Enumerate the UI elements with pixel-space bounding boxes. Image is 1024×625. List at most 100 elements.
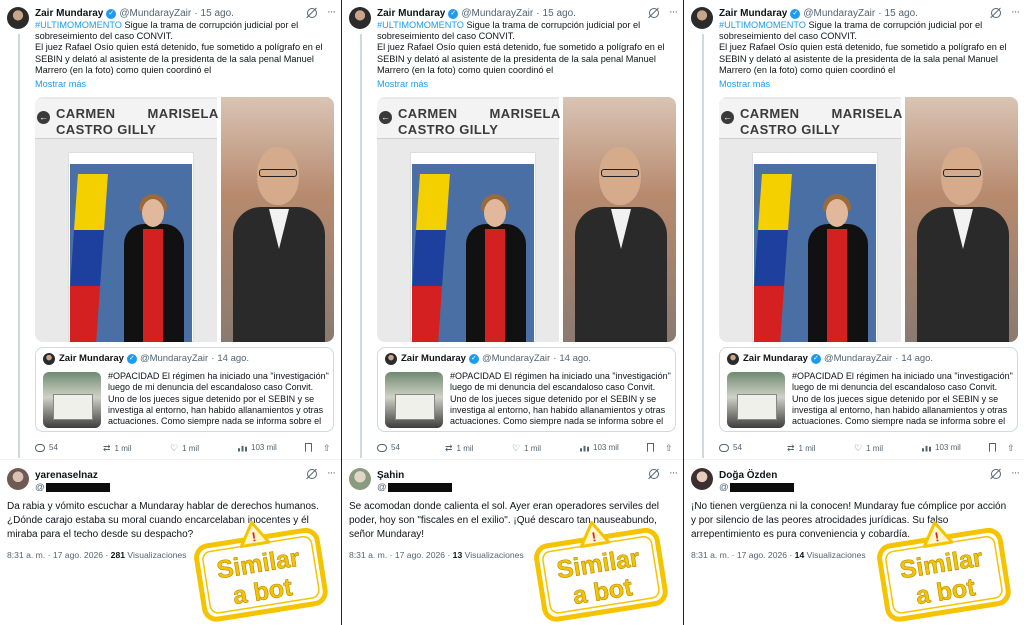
reply-author-name[interactable]: yarenaselnaz — [35, 470, 98, 481]
views-icon — [238, 443, 247, 452]
stamp-graphic: ! Similar a bot — [194, 521, 328, 622]
quote-text: #OPACIDAD El régimen ha iniciado una "in… — [108, 371, 329, 429]
bookmark-button[interactable] — [305, 443, 312, 452]
author-avatar[interactable] — [7, 7, 29, 29]
quote-author-name: Zair Mundaray — [401, 353, 466, 364]
quoted-tweet[interactable]: Zair Mundaray ✓ @MundarayZair · 14 ago. … — [377, 347, 676, 432]
more-icon[interactable]: ··· — [1011, 6, 1020, 18]
tweet-media[interactable]: ← CARMEN MARISELA CASTRO GILLY — [719, 97, 1018, 342]
author-name[interactable]: Zair Mundaray — [719, 8, 787, 19]
redaction-bar — [387, 483, 452, 492]
author-handle[interactable]: @MundarayZair — [803, 8, 875, 19]
quoted-tweet[interactable]: Zair Mundaray ✓ @MundarayZair · 14 ago. … — [719, 347, 1018, 432]
header-separator: · — [194, 8, 198, 19]
like-button[interactable]: ♡ 1 mil — [170, 443, 199, 453]
judge-banner: ← CARMEN MARISELA CASTRO GILLY — [35, 99, 218, 139]
share-button[interactable]: ⇧ — [1007, 443, 1015, 453]
quote-header: Zair Mundaray ✓ @MundarayZair · 14 ago. — [59, 353, 249, 364]
quote-date: 14 ago. — [559, 353, 592, 364]
show-more-link[interactable]: Mostrar más — [35, 79, 86, 89]
judge-photo-image[interactable]: ← CARMEN MARISELA CASTRO GILLY — [35, 97, 218, 342]
more-icon[interactable]: ··· — [1011, 467, 1020, 479]
retweet-button[interactable]: ⇄ 1 mil — [787, 443, 815, 453]
grok-icon[interactable] — [991, 469, 1001, 479]
views-button[interactable]: 103 mil — [238, 443, 277, 452]
hashtag-link[interactable]: #ULTIMOMOMENTO — [35, 20, 122, 30]
reply-author-handle[interactable]: @ — [719, 482, 794, 493]
judge-robe-sash — [143, 229, 163, 342]
tweet-date[interactable]: 15 ago. — [201, 8, 234, 19]
reply-icon — [719, 443, 729, 452]
man-photo-image[interactable] — [563, 97, 676, 342]
tweet-date[interactable]: 15 ago. — [885, 8, 918, 19]
bookmark-button[interactable] — [989, 443, 996, 452]
judge-name-caption: CARMEN MARISELA CASTRO GILLY — [398, 106, 561, 137]
reply-timestamp[interactable]: 8:31 a. m. · 17 ago. 2026 · — [691, 550, 792, 560]
quote-avatar — [43, 353, 55, 365]
author-avatar[interactable] — [691, 7, 713, 29]
retweet-icon: ⇄ — [787, 443, 795, 453]
author-avatar[interactable] — [349, 7, 371, 29]
reply-author-name[interactable]: Şahin — [377, 470, 404, 481]
reply-avatar[interactable] — [7, 468, 29, 490]
grok-icon[interactable] — [307, 469, 317, 479]
judge-name-caption: CARMEN MARISELA CASTRO GILLY — [740, 106, 903, 137]
show-more-link[interactable]: Mostrar más — [377, 79, 428, 89]
retweet-button[interactable]: ⇄ 1 mil — [103, 443, 131, 453]
man-photo-image[interactable] — [221, 97, 334, 342]
grok-icon[interactable] — [991, 8, 1001, 18]
tweet-date[interactable]: 15 ago. — [543, 8, 576, 19]
show-more-link[interactable]: Mostrar más — [719, 79, 770, 89]
grok-icon[interactable] — [307, 8, 317, 18]
reply-timestamp[interactable]: 8:31 a. m. · 17 ago. 2026 · — [7, 550, 108, 560]
reply-views-label: Visualizaciones — [127, 550, 187, 560]
man-photo-image[interactable] — [905, 97, 1018, 342]
hashtag-link[interactable]: #ULTIMOMOMENTO — [377, 20, 464, 30]
views-button[interactable]: 103 mil — [580, 443, 619, 452]
reply-button[interactable]: 54 — [35, 443, 58, 452]
author-handle[interactable]: @MundarayZair — [119, 8, 191, 19]
reply-author-handle[interactable]: @ — [35, 482, 110, 493]
tweet-media[interactable]: ← CARMEN MARISELA CASTRO GILLY — [377, 97, 676, 342]
author-name[interactable]: Zair Mundaray — [377, 8, 445, 19]
judge-robe-sash — [827, 229, 847, 342]
retweet-button[interactable]: ⇄ 1 mil — [445, 443, 473, 453]
quoted-tweet[interactable]: Zair Mundaray ✓ @MundarayZair · 14 ago. … — [35, 347, 334, 432]
reply-avatar[interactable] — [349, 468, 371, 490]
hashtag-link[interactable]: #ULTIMOMOMENTO — [719, 20, 806, 30]
views-button[interactable]: 103 mil — [922, 443, 961, 452]
reply-author-name[interactable]: Doğa Özden — [719, 470, 777, 481]
author-name[interactable]: Zair Mundaray — [35, 8, 103, 19]
judge-photo-image[interactable]: ← CARMEN MARISELA CASTRO GILLY — [377, 97, 561, 342]
similar-a-bot-stamp: ! Similar a bot — [193, 520, 328, 622]
grok-icon[interactable] — [649, 469, 659, 479]
tweet-media[interactable]: ← CARMEN MARISELA CASTRO GILLY — [35, 97, 334, 342]
reply-button[interactable]: 54 — [719, 443, 742, 452]
more-icon[interactable]: ··· — [669, 6, 678, 18]
judge-photo-image[interactable]: ← CARMEN MARISELA CASTRO GILLY — [719, 97, 903, 342]
more-icon[interactable]: ··· — [327, 6, 336, 18]
reply-button[interactable]: 54 — [377, 443, 400, 452]
judge-banner: ← CARMEN MARISELA CASTRO GILLY — [719, 99, 903, 139]
like-button[interactable]: ♡ 1 mil — [512, 443, 541, 453]
reply-count: 54 — [733, 443, 742, 452]
quote-author-name: Zair Mundaray — [743, 353, 808, 364]
reply-avatar[interactable] — [691, 468, 713, 490]
action-bar: 54 ⇄ 1 mil ♡ 1 mil 103 mil ⇧ — [35, 443, 334, 455]
reply-timestamp[interactable]: 8:31 a. m. · 17 ago. 2026 · — [349, 550, 450, 560]
bookmark-button[interactable] — [647, 443, 654, 452]
bookmark-icon — [305, 443, 312, 452]
share-button[interactable]: ⇧ — [323, 443, 331, 453]
more-icon[interactable]: ··· — [669, 467, 678, 479]
author-handle[interactable]: @MundarayZair — [461, 8, 533, 19]
action-bar: 54 ⇄ 1 mil ♡ 1 mil 103 mil ⇧ — [719, 443, 1018, 455]
like-button[interactable]: ♡ 1 mil — [854, 443, 883, 453]
reply-author-handle[interactable]: @ — [377, 482, 452, 493]
reply-count: 54 — [49, 443, 58, 452]
tweet-text-2: El juez Rafael Osío quien está detenido,… — [377, 42, 665, 75]
grok-icon[interactable] — [649, 8, 659, 18]
thread-line — [702, 34, 704, 458]
judge-face — [142, 199, 164, 227]
more-icon[interactable]: ··· — [327, 467, 336, 479]
share-button[interactable]: ⇧ — [665, 443, 673, 453]
